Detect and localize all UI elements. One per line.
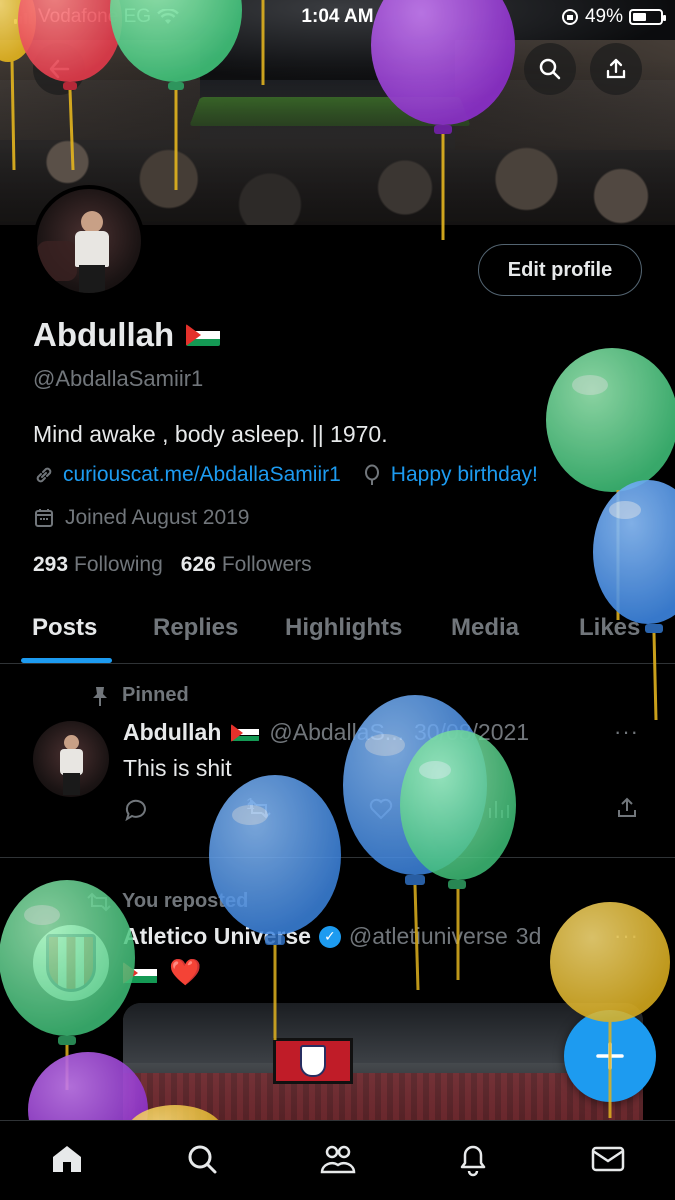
home-icon [53,1146,81,1172]
calendar-icon [35,509,53,527]
nav-search[interactable] [182,1139,222,1179]
club-crest-icon [46,934,96,992]
post-author-name[interactable]: Abdullah [123,719,221,746]
post-divider [0,857,675,858]
post-date: 30/08/2021 [413,719,530,745]
palestine-flag-icon [123,961,157,984]
profile-name: Abdullah [33,316,175,353]
tab-media[interactable]: Media [451,614,519,642]
profile-handle: @AbdallaSamiir1 [33,366,204,391]
orientation-lock-icon [561,9,578,25]
birthday-link[interactable]: Happy birthday! [391,463,538,487]
reply-icon [125,799,146,822]
post-text: ❤️ [123,957,201,988]
profile-bio: Mind awake , body asleep. || 1970. [33,421,388,447]
share-icon [618,797,636,817]
tab-likes[interactable]: Likes [579,614,640,642]
battery-percent: 49% [584,6,623,27]
active-tab-indicator [21,658,112,663]
tab-highlights[interactable]: Highlights [285,614,402,642]
pin-icon [93,686,107,706]
palestine-flag-icon [186,324,221,346]
verified-badge-icon: ✓ [318,925,341,948]
edit-profile-button[interactable]: Edit profile [478,244,642,296]
post-author-name[interactable]: Atletico Universe [123,923,311,950]
followers-link[interactable]: 626 Followers [181,553,312,577]
post-author-avatar[interactable] [33,721,109,797]
like-button[interactable] [368,796,394,822]
profile-name-row: Abdullah [33,316,221,354]
repost-icon [87,892,111,911]
repost-button[interactable]: 1 [246,796,272,822]
post-author-handle: @atletiuniverse [348,923,508,949]
nav-notifications[interactable] [453,1139,493,1179]
messages-icon [591,1146,625,1172]
followers-label: Followers [221,553,312,576]
status-bar: Vodafone EG 1:04 AM 49% [0,0,675,34]
following-link[interactable]: 293 Following [33,553,163,577]
post-actions: 1 [123,796,643,830]
repost-count: 1 [246,796,255,813]
more-options-icon[interactable]: ··· [614,719,639,745]
back-arrow-icon [49,59,70,79]
profile-link[interactable]: curiouscat.me/AbdallaSamiir1 [63,463,341,487]
post-text: This is shit [123,755,232,781]
followers-count: 626 [180,553,216,576]
pinned-label: Pinned [122,684,189,706]
share-button[interactable] [590,43,642,95]
bottom-navigation [0,1120,675,1200]
repost-label: You reposted [122,890,249,912]
palestine-flag-icon [231,723,260,742]
share-icon [606,58,626,79]
profile-avatar[interactable] [33,185,145,297]
post-date: 3d [515,923,542,949]
profile-meta: curiouscat.me/AbdallaSamiir1 Happy birth… [33,463,538,487]
more-options-icon[interactable]: ··· [614,923,639,949]
heart-emoji: ❤️ [169,957,202,987]
atletico-avatar[interactable] [33,925,109,1001]
nav-messages[interactable] [588,1139,628,1179]
analytics-icon [489,801,509,818]
joined-date-row: Joined August 2019 [33,506,250,530]
reply-button[interactable] [123,796,149,822]
post-header: Abdullah @AbdallaS... 30/08/2021 [123,719,529,746]
follow-stats: 293 Following 626 Followers [33,553,312,577]
compose-button[interactable] [564,1010,656,1102]
search-icon [188,1145,217,1174]
nav-communities[interactable] [318,1139,358,1179]
tab-replies[interactable]: Replies [153,614,238,642]
nav-home[interactable] [47,1139,87,1179]
views-button[interactable] [485,796,511,822]
search-icon [539,58,561,80]
post-header: Atletico Universe ✓ @atletiuniverse 3d [123,923,541,950]
tab-posts[interactable]: Posts [32,614,97,642]
link-icon [36,467,52,483]
balloon-green-right [546,348,675,620]
search-button[interactable] [524,43,576,95]
repost-label-row: You reposted [86,890,248,913]
communities-icon [320,1145,356,1174]
notifications-icon [460,1145,486,1177]
joined-text: Joined August 2019 [65,506,250,529]
balloon-icon [364,464,379,485]
profile-tabs: Posts Replies Highlights Media Likes [0,600,675,664]
post-author-handle: @AbdallaS... [269,719,404,745]
following-count: 293 [33,553,69,576]
share-post-button[interactable] [615,796,639,820]
back-button[interactable] [33,43,85,95]
plus-icon [596,1042,624,1070]
battery-icon [629,9,666,25]
following-label: Following [74,553,163,576]
pinned-label-row: Pinned [90,684,189,707]
heart-icon [369,798,393,820]
